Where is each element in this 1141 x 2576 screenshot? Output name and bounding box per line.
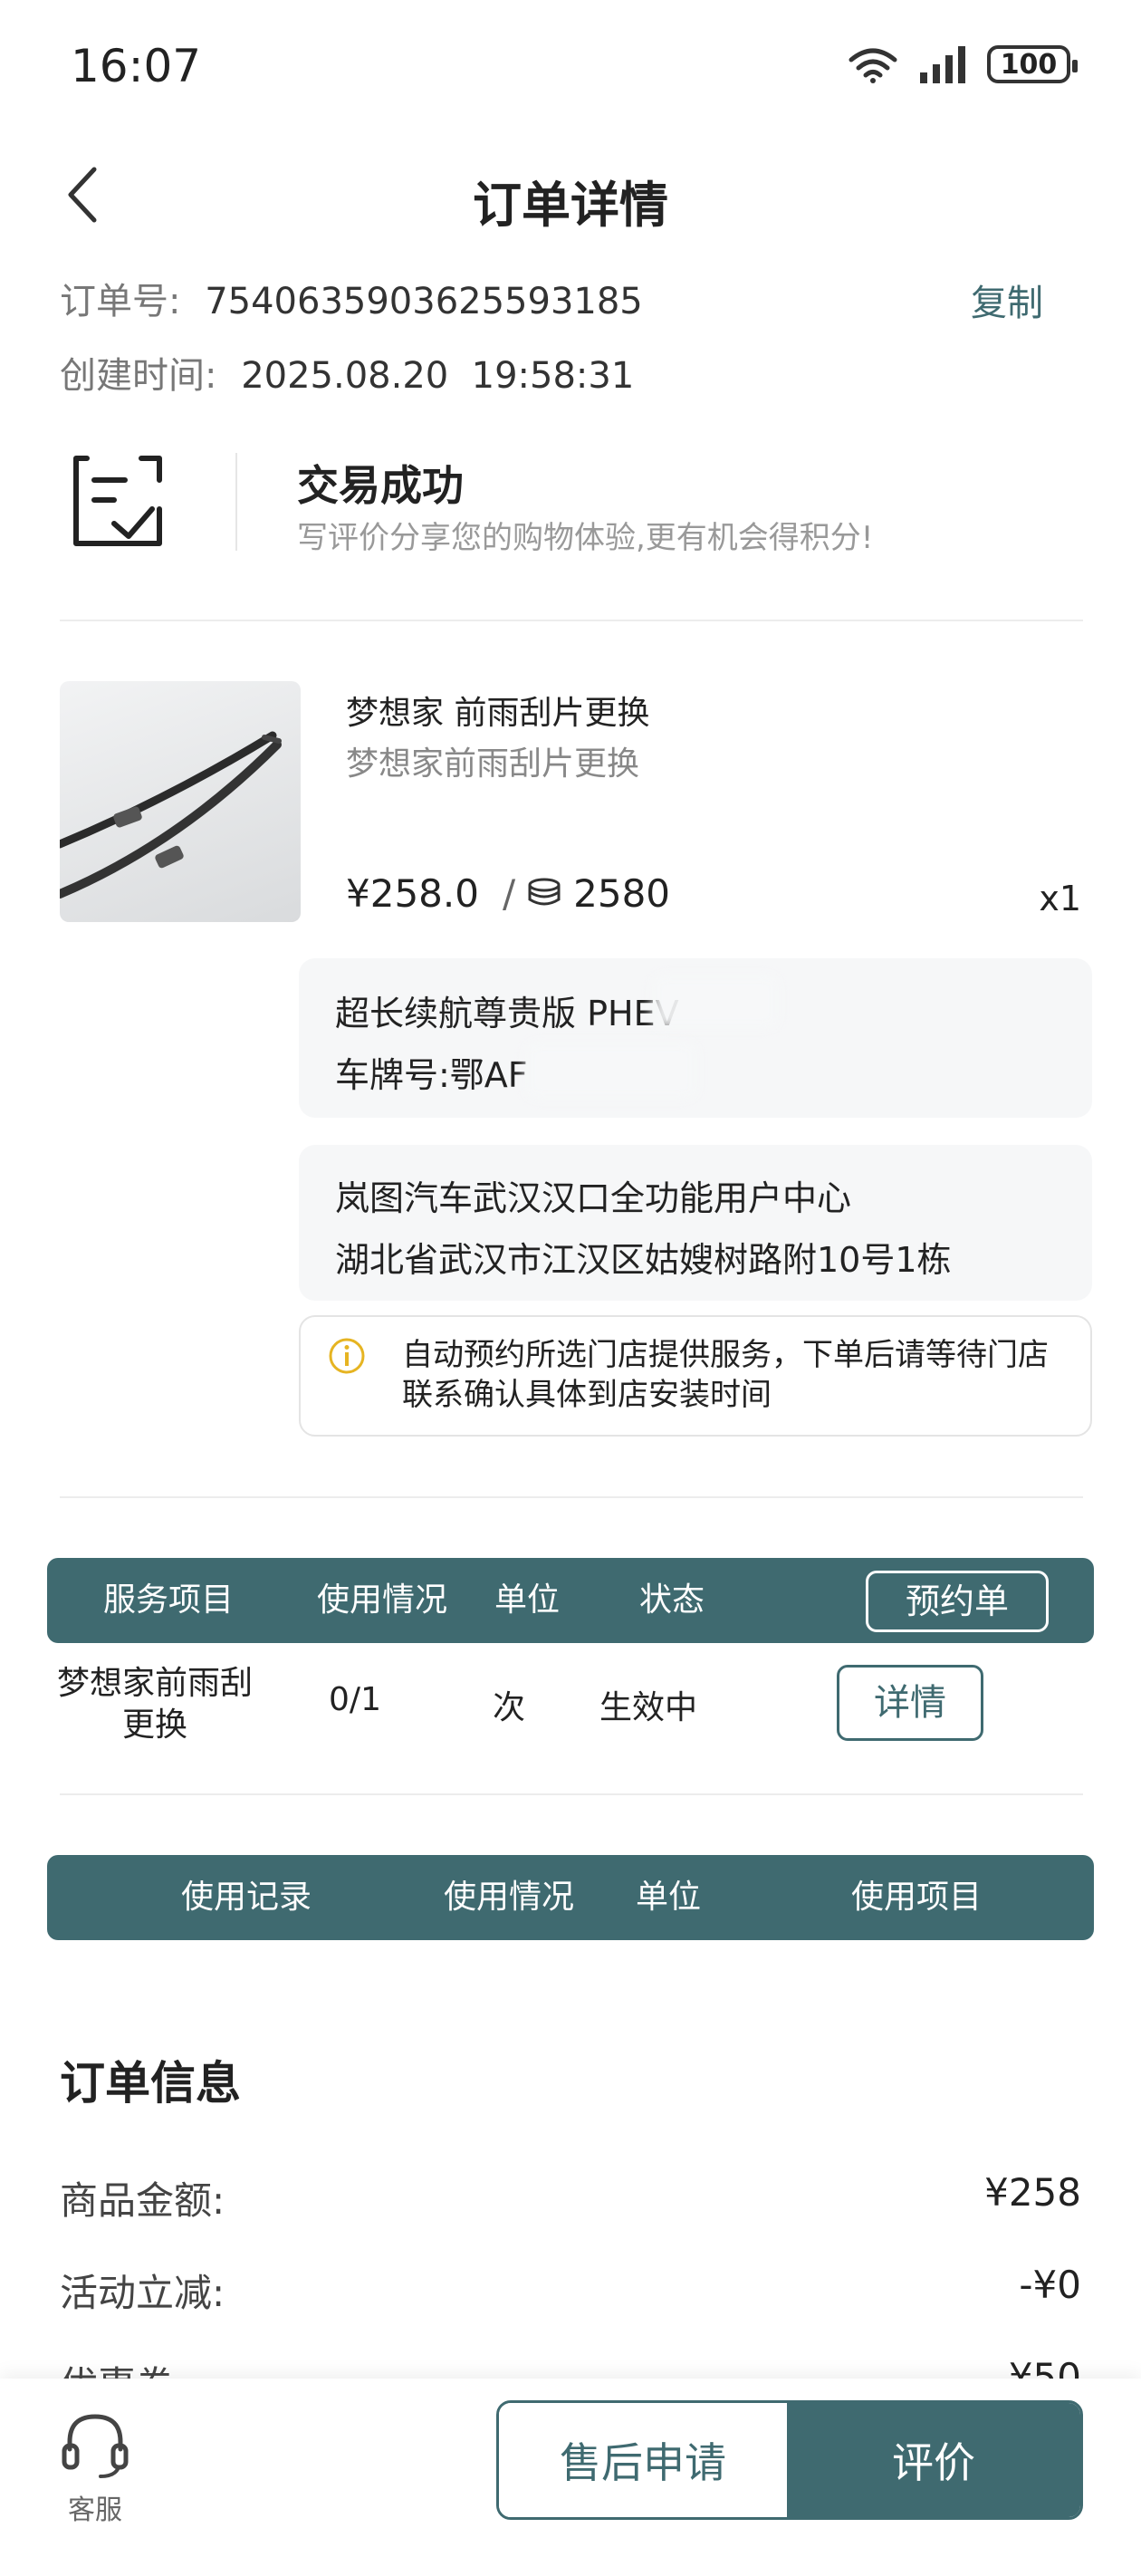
privacy-blur bbox=[525, 1042, 697, 1100]
battery-icon: 100 bbox=[987, 45, 1078, 83]
product-name: 梦想家 前雨刮片更换 bbox=[346, 695, 650, 732]
divider bbox=[60, 1793, 1083, 1795]
info-icon bbox=[329, 1338, 365, 1374]
th-status: 状态 bbox=[638, 1581, 705, 1619]
product-desc: 梦想家前雨刮片更换 bbox=[346, 745, 640, 783]
store-card: 岚图汽车武汉汉口全功能用户中心 湖北省武汉市江汉区姑嫂树路附10号1栋 bbox=[299, 1145, 1092, 1301]
divider bbox=[60, 1496, 1083, 1498]
customer-service-button[interactable]: 客服 bbox=[54, 2411, 136, 2527]
after-sale-button[interactable]: 售后申请 bbox=[499, 2403, 787, 2517]
review-button[interactable]: 评价 bbox=[787, 2403, 1080, 2517]
action-button-group: 售后申请 评价 bbox=[496, 2400, 1083, 2520]
vehicle-model: 超长续航尊贵版 PHEV bbox=[335, 994, 679, 1033]
th-service-item: 服务项目 bbox=[102, 1581, 234, 1619]
bottom-bar: 客服 售后申请 评价 bbox=[0, 2379, 1141, 2576]
status-time: 16:07 bbox=[71, 40, 202, 92]
status-title: 交易成功 bbox=[297, 461, 464, 510]
price-separator: / bbox=[502, 871, 516, 916]
headset-icon bbox=[62, 2414, 129, 2478]
vehicle-plate: 车牌号:鄂AF bbox=[335, 1055, 528, 1095]
status-divider bbox=[235, 453, 237, 551]
order-status: 交易成功 写评价分享您的购物体验,更有机会得积分! bbox=[60, 444, 1083, 562]
created-time-row: 创建时间: 2025.08.20 19:58:31 bbox=[60, 346, 634, 399]
service-status-cell: 生效中 bbox=[599, 1689, 697, 1726]
th-usage: 使用情况 bbox=[316, 1581, 447, 1619]
created-time-label: 创建时间: bbox=[60, 355, 217, 397]
notice-text: 自动预约所选门店提供服务，下单后请等待门店联系确认具体到店安装时间 bbox=[402, 1337, 1049, 1413]
customer-service-label: 客服 bbox=[68, 2494, 122, 2526]
order-number-row: 订单号: 7540635903625593185 bbox=[60, 272, 643, 324]
page-title: 订单详情 bbox=[473, 177, 668, 234]
th-usage-record: 使用记录 bbox=[180, 1879, 312, 1916]
product-points: 2580 bbox=[573, 871, 671, 916]
goods-amount-value: ¥258 bbox=[984, 2170, 1081, 2215]
goods-amount-label: 商品金额: bbox=[60, 2178, 225, 2223]
store-name: 岚图汽车武汉汉口全功能用户中心 bbox=[335, 1178, 852, 1218]
divider bbox=[60, 620, 1083, 621]
header: 订单详情 bbox=[0, 145, 1141, 245]
service-table-header: 服务项目 使用情况 单位 状态 预约单 bbox=[47, 1558, 1094, 1643]
th-usage-item: 使用项目 bbox=[850, 1879, 982, 1916]
privacy-blur bbox=[652, 975, 779, 1029]
service-unit-cell: 次 bbox=[492, 1689, 525, 1726]
signal-icon bbox=[920, 46, 965, 83]
order-number-value: 7540635903625593185 bbox=[205, 281, 643, 322]
product-price-row: ¥258.0 / 2580 bbox=[346, 871, 670, 916]
discount-value: -¥0 bbox=[1019, 2263, 1081, 2307]
wifi-icon bbox=[849, 48, 897, 83]
detail-button[interactable]: 详情 bbox=[837, 1665, 983, 1741]
th-unit: 单位 bbox=[494, 1581, 560, 1619]
notice-box: 自动预约所选门店提供服务，下单后请等待门店联系确认具体到店安装时间 bbox=[299, 1315, 1092, 1437]
usage-table-header: 使用记录 使用情况 单位 使用项目 bbox=[47, 1855, 1094, 1940]
vehicle-card: 超长续航尊贵版 PHEV 车牌号:鄂AF bbox=[299, 958, 1092, 1118]
th-usage-unit: 单位 bbox=[635, 1879, 701, 1916]
product-price: ¥258.0 bbox=[346, 871, 479, 916]
store-address: 湖北省武汉市江汉区姑嫂树路附10号1栋 bbox=[335, 1240, 952, 1280]
created-time-value: 2025.08.20 19:58:31 bbox=[241, 355, 635, 397]
product-image[interactable] bbox=[60, 681, 301, 922]
status-icons: 100 bbox=[848, 45, 1078, 83]
service-item-cell: 梦想家前雨刮更换 bbox=[56, 1665, 253, 1744]
booking-button[interactable]: 预约单 bbox=[866, 1571, 1049, 1632]
battery-level: 100 bbox=[1000, 48, 1058, 81]
order-number-label: 订单号: bbox=[60, 281, 181, 322]
checklist-icon bbox=[69, 453, 168, 553]
status-bar: 16:07 100 bbox=[0, 0, 1141, 136]
status-subtitle: 写评价分享您的购物体验,更有机会得积分! bbox=[297, 520, 874, 556]
coins-icon bbox=[528, 878, 561, 905]
order-info-title: 订单信息 bbox=[60, 2057, 241, 2110]
copy-button[interactable]: 复制 bbox=[971, 274, 1043, 326]
service-usage-cell: 0/1 bbox=[329, 1681, 381, 1718]
product-qty: x1 bbox=[1039, 879, 1081, 918]
th-usage-status: 使用情况 bbox=[443, 1879, 574, 1916]
discount-label: 活动立减: bbox=[60, 2271, 225, 2315]
